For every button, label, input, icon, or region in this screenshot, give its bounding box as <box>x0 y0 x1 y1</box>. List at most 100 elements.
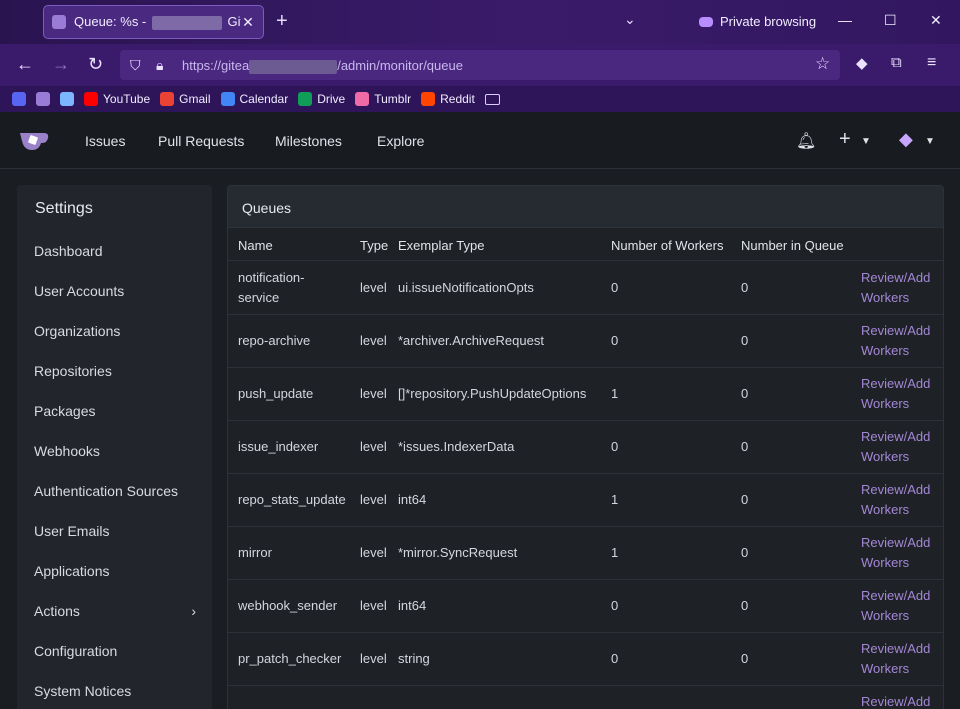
queue-name: repo_stats_update <box>238 492 346 507</box>
table-row: webhook_sender level int64 0 0 Review/Add Work… <box>228 580 943 633</box>
new-tab-icon[interactable]: + <box>276 10 288 33</box>
queue-number-of-workers: 0 <box>611 439 619 454</box>
bookmark-folder-icon[interactable] <box>484 93 500 105</box>
queue-number-of-workers: 1 <box>611 545 619 560</box>
chevron-right-icon: › <box>191 603 196 619</box>
review-add-workers-link[interactable]: Review/Add <box>861 533 930 553</box>
extensions-puzzle-icon[interactable]: ⧉ <box>891 54 902 71</box>
review-add-workers-link[interactable]: Review/Add <box>861 480 930 500</box>
bookmark-gmail[interactable]: Gmail <box>160 92 211 106</box>
review-add-workers-link[interactable]: Review/Add <box>861 374 930 394</box>
sidebar-item-user-accounts[interactable]: User Accounts <box>34 283 204 299</box>
forward-arrow-icon[interactable]: → <box>52 54 70 75</box>
lock-icon[interactable]: 🔒︎ <box>156 57 170 73</box>
queue-exemplar-type: int64 <box>398 598 427 613</box>
create-dropdown-icon[interactable]: ▼ <box>861 136 871 147</box>
review-add-workers-link-cont[interactable]: Workers <box>861 606 909 626</box>
reload-icon[interactable]: ↻ <box>88 54 103 75</box>
queue-number-of-workers: 1 <box>611 386 619 401</box>
table-row: Review/Add <box>228 686 943 709</box>
sidebar-item-user-emails[interactable]: User Emails <box>34 523 204 539</box>
browser-nav-bar: ← → ↻ ⛉ 🔒︎ https://gitea/admin/monitor/q… <box>0 44 960 86</box>
redacted-host <box>151 15 222 30</box>
sidebar-item-system-notices[interactable]: System Notices <box>34 683 204 699</box>
shield-icon[interactable]: ⛉ <box>130 57 144 73</box>
review-add-workers-link-cont[interactable]: Workers <box>861 447 909 467</box>
sidebar-item-actions[interactable]: Actions › <box>34 603 204 619</box>
browser-tab-active[interactable]: Queue: %s - Gitea ✕ <box>43 5 264 39</box>
review-add-workers-link[interactable]: Review/Add <box>861 692 930 709</box>
review-add-workers-link[interactable]: Review/Add <box>861 427 930 447</box>
bookmark-youtube[interactable]: YouTube <box>84 92 150 106</box>
queue-number-of-workers: 0 <box>611 598 619 613</box>
triangle-bookmark-icon <box>60 92 74 106</box>
sidebar-item-actions-label: Actions <box>34 603 80 619</box>
window-close-icon[interactable]: ✕ <box>930 12 942 29</box>
column-exemplar-type: Exemplar Type <box>398 238 485 253</box>
nav-issues[interactable]: Issues <box>85 133 125 149</box>
menu-hamburger-icon[interactable]: ≡ <box>927 54 936 72</box>
tab-close-icon[interactable]: ✕ <box>241 14 255 31</box>
queue-type: level <box>360 280 387 295</box>
user-dropdown-icon[interactable]: ▼ <box>925 136 935 147</box>
sidebar-item-packages[interactable]: Packages <box>34 403 204 419</box>
back-arrow-icon[interactable]: ← <box>16 54 34 75</box>
review-add-workers-link-cont[interactable]: Workers <box>861 394 909 414</box>
gitea-header: Issues Pull Requests Milestones Explore … <box>0 112 960 169</box>
bookmark-triangle-bookmark-icon[interactable] <box>60 92 74 106</box>
private-mask-icon <box>699 16 713 27</box>
sidebar-item-configuration[interactable]: Configuration <box>34 643 204 659</box>
bookmark-drive[interactable]: Drive <box>298 92 345 106</box>
bookmark-discord-icon[interactable] <box>12 92 26 106</box>
browser-tab-bar: Queue: %s - Gitea ✕ + ⌄ Private browsing… <box>0 0 960 44</box>
queues-panel-header: Queues <box>228 186 943 228</box>
url-text[interactable]: https://gitea/admin/monitor/queue <box>182 58 463 74</box>
nav-milestones[interactable]: Milestones <box>275 133 342 149</box>
tab-list-chevron-icon[interactable]: ⌄ <box>624 11 636 28</box>
queue-number-of-workers: 1 <box>611 492 619 507</box>
review-add-workers-link[interactable]: Review/Add <box>861 268 930 288</box>
queues-panel: Queues Name Type Exemplar Type Number of… <box>227 185 944 709</box>
sidebar-item-authentication-sources[interactable]: Authentication Sources <box>34 483 204 499</box>
queue-exemplar-type: []*repository.PushUpdateOptions <box>398 386 587 401</box>
review-add-workers-link-cont[interactable]: Workers <box>861 553 909 573</box>
queue-name-cont: service <box>238 290 280 305</box>
calendar-icon <box>220 92 235 106</box>
queue-name: mirror <box>238 545 272 560</box>
table-row: mirror level *mirror.SyncRequest 1 0 Review/A… <box>228 527 943 580</box>
nav-pull-requests[interactable]: Pull Requests <box>158 133 244 149</box>
review-add-workers-link-cont[interactable]: Workers <box>861 288 909 308</box>
user-avatar[interactable]: ◆ <box>899 129 913 150</box>
nav-explore[interactable]: Explore <box>377 133 424 149</box>
sidebar-item-webhooks[interactable]: Webhooks <box>34 443 204 459</box>
queue-type: level <box>360 651 387 666</box>
review-add-workers-link-cont[interactable]: Workers <box>861 341 909 361</box>
sidebar-item-organizations[interactable]: Organizations <box>34 323 204 339</box>
queue-number-of-workers: 0 <box>611 651 619 666</box>
review-add-workers-link-cont[interactable]: Workers <box>861 500 909 520</box>
review-add-workers-link-cont[interactable]: Workers <box>861 659 909 679</box>
minimize-icon[interactable]: — <box>838 12 852 28</box>
tab-title-prefix: Queue: %s - <box>74 14 147 30</box>
maximize-icon[interactable]: ☐ <box>884 12 897 29</box>
bookmark-calendar[interactable]: Calendar <box>220 92 288 106</box>
bookmark-star-icon[interactable]: ☆ <box>815 54 830 74</box>
bookmark-tumblr[interactable]: Tumblr <box>355 92 411 106</box>
queue-exemplar-type: string <box>398 651 430 666</box>
sidebar-item-repositories[interactable]: Repositories <box>34 363 204 379</box>
review-add-workers-link[interactable]: Review/Add <box>861 639 930 659</box>
review-add-workers-link[interactable]: Review/Add <box>861 586 930 606</box>
url-bar[interactable]: ⛉ 🔒︎ https://gitea/admin/monitor/queue <box>120 50 840 80</box>
create-plus-icon[interactable]: + <box>839 128 851 151</box>
sidebar-item-dashboard[interactable]: Dashboard <box>34 243 204 259</box>
queue-number-in-queue: 0 <box>741 545 749 560</box>
bell-icon[interactable]: 🔔︎ <box>796 131 816 151</box>
bookmark-gitea-bookmark-icon[interactable] <box>36 92 50 106</box>
queue-number-in-queue: 0 <box>741 651 749 666</box>
sidebar-item-applications[interactable]: Applications <box>34 563 204 579</box>
private-browsing-indicator: Private browsing <box>699 14 816 29</box>
extension-diamond-icon[interactable]: ◆ <box>856 54 868 72</box>
bookmark-reddit[interactable]: Reddit <box>421 92 475 106</box>
review-add-workers-link[interactable]: Review/Add <box>861 321 930 341</box>
gitea-logo-icon[interactable] <box>18 128 50 152</box>
